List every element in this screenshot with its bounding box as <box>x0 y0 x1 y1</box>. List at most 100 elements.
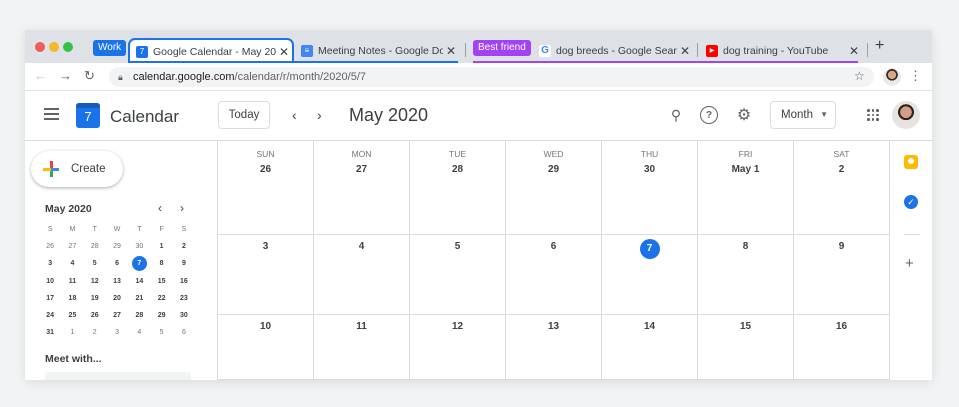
date-number[interactable]: 5 <box>455 241 461 252</box>
mini-day[interactable]: 13 <box>106 273 128 290</box>
close-tab-icon[interactable]: ✕ <box>846 44 862 58</box>
day-cell[interactable]: TUE 28 <box>409 141 505 235</box>
mini-day[interactable]: 2 <box>173 238 195 255</box>
day-cell[interactable]: 12 <box>409 315 505 380</box>
address-bar[interactable]: 🔒︎ calendar.google.com/calendar/r/month/… <box>109 67 874 87</box>
date-number[interactable]: 4 <box>359 241 365 252</box>
bookmark-star-icon[interactable]: ☆ <box>854 69 865 83</box>
mini-day[interactable]: 31 <box>39 324 61 341</box>
mini-day[interactable]: 25 <box>61 307 83 324</box>
day-cell[interactable]: 16 <box>793 315 889 380</box>
mini-day[interactable]: 28 <box>84 238 106 255</box>
mini-day[interactable]: 30 <box>128 238 150 255</box>
mini-day[interactable]: 5 <box>150 324 172 341</box>
mini-day[interactable]: 3 <box>39 255 61 272</box>
day-cell[interactable]: 10 <box>217 315 313 380</box>
search-icon[interactable]: ⚲ <box>667 106 685 124</box>
day-cell[interactable]: FRI May 1 <box>697 141 793 235</box>
mini-day[interactable]: 27 <box>61 238 83 255</box>
date-number[interactable]: 29 <box>548 164 559 175</box>
tab-dog-training[interactable]: ▶ dog training - YouTube ✕ <box>706 38 862 63</box>
mini-day[interactable]: 24 <box>39 307 61 324</box>
mini-day[interactable]: 22 <box>150 290 172 307</box>
mini-day[interactable]: 29 <box>106 238 128 255</box>
tab-dog-breeds[interactable]: G dog breeds - Google Search ✕ <box>539 38 693 63</box>
mini-day[interactable]: 4 <box>61 255 83 272</box>
mini-day[interactable]: 10 <box>39 273 61 290</box>
mini-day[interactable]: 5 <box>84 255 106 272</box>
date-number[interactable]: 14 <box>644 321 655 332</box>
day-cell[interactable]: 5 <box>409 235 505 315</box>
view-switcher-dropdown[interactable]: Month ▼ <box>770 101 836 129</box>
day-cell[interactable]: 9 <box>793 235 889 315</box>
date-number[interactable]: 30 <box>644 164 655 175</box>
day-cell[interactable]: 6 <box>505 235 601 315</box>
mini-day[interactable]: 15 <box>150 273 172 290</box>
mini-day[interactable]: 4 <box>128 324 150 341</box>
reload-icon[interactable]: ↻ <box>84 68 95 84</box>
mini-day[interactable]: 17 <box>39 290 61 307</box>
mini-day[interactable]: 27 <box>106 307 128 324</box>
date-number[interactable]: 28 <box>452 164 463 175</box>
date-number[interactable]: 3 <box>263 241 269 252</box>
day-cell[interactable]: 3 <box>217 235 313 315</box>
mini-day[interactable]: 8 <box>150 255 172 272</box>
mini-day[interactable]: 30 <box>173 307 195 324</box>
close-tab-icon[interactable]: ✕ <box>443 44 459 58</box>
mini-day[interactable]: 9 <box>173 255 195 272</box>
mini-prev-month-icon[interactable]: ‹ <box>158 201 162 215</box>
mini-day[interactable]: 18 <box>61 290 83 307</box>
keep-icon[interactable] <box>904 155 918 169</box>
mini-day-selected[interactable]: 7 <box>131 256 147 272</box>
date-number[interactable]: 11 <box>356 321 367 332</box>
minimize-window-button[interactable] <box>49 42 59 52</box>
date-number[interactable]: 13 <box>548 321 559 332</box>
mini-day[interactable]: 20 <box>106 290 128 307</box>
mini-day[interactable]: 12 <box>84 273 106 290</box>
browser-profile-avatar[interactable] <box>883 68 901 86</box>
mini-day[interactable]: 6 <box>173 324 195 341</box>
new-tab-button[interactable]: + <box>875 37 884 55</box>
date-number[interactable]: 8 <box>743 241 749 252</box>
mini-next-month-icon[interactable]: › <box>180 201 184 215</box>
create-button[interactable]: Create <box>31 151 123 187</box>
mini-day[interactable]: 21 <box>128 290 150 307</box>
mini-day[interactable]: 1 <box>150 238 172 255</box>
mini-day[interactable]: 19 <box>84 290 106 307</box>
close-tab-icon[interactable]: ✕ <box>677 44 693 58</box>
mini-day[interactable]: 26 <box>84 307 106 324</box>
mini-day[interactable]: 1 <box>61 324 83 341</box>
browser-menu-icon[interactable]: ⋮ <box>909 68 922 84</box>
day-cell[interactable]: 7 <box>601 235 697 315</box>
previous-month-icon[interactable]: ‹ <box>292 107 297 123</box>
mini-day[interactable]: 2 <box>84 324 106 341</box>
date-number[interactable]: 9 <box>839 241 845 252</box>
date-number[interactable]: 27 <box>356 164 367 175</box>
date-number[interactable]: 12 <box>452 321 463 332</box>
date-number[interactable]: 16 <box>836 321 847 332</box>
day-cell[interactable]: SUN 26 <box>217 141 313 235</box>
maximize-window-button[interactable] <box>63 42 73 52</box>
day-cell[interactable]: 15 <box>697 315 793 380</box>
add-addon-icon[interactable]: + <box>905 255 914 272</box>
tab-group-work[interactable]: Work <box>93 40 127 56</box>
day-cell[interactable]: 14 <box>601 315 697 380</box>
date-number[interactable]: 26 <box>260 164 271 175</box>
mini-day[interactable]: 6 <box>106 255 128 272</box>
back-arrow-icon[interactable]: ← <box>34 68 47 83</box>
today-button[interactable]: Today <box>218 101 270 129</box>
tab-meeting-notes[interactable]: ≡ Meeting Notes - Google Docs ✕ <box>301 38 459 63</box>
help-icon[interactable]: ? <box>700 106 718 124</box>
day-cell[interactable]: WED 29 <box>505 141 601 235</box>
tab-group-best-friend[interactable]: Best friend <box>473 40 531 56</box>
close-window-button[interactable] <box>35 42 45 52</box>
mini-day[interactable]: 28 <box>128 307 150 324</box>
mini-day[interactable]: 16 <box>173 273 195 290</box>
day-cell[interactable]: 4 <box>313 235 409 315</box>
mini-day[interactable]: 14 <box>128 273 150 290</box>
date-number[interactable]: 10 <box>260 321 271 332</box>
day-cell[interactable]: THU 30 <box>601 141 697 235</box>
mini-day[interactable]: 3 <box>106 324 128 341</box>
day-cell[interactable]: 8 <box>697 235 793 315</box>
settings-gear-icon[interactable]: ⚙ <box>735 106 753 124</box>
